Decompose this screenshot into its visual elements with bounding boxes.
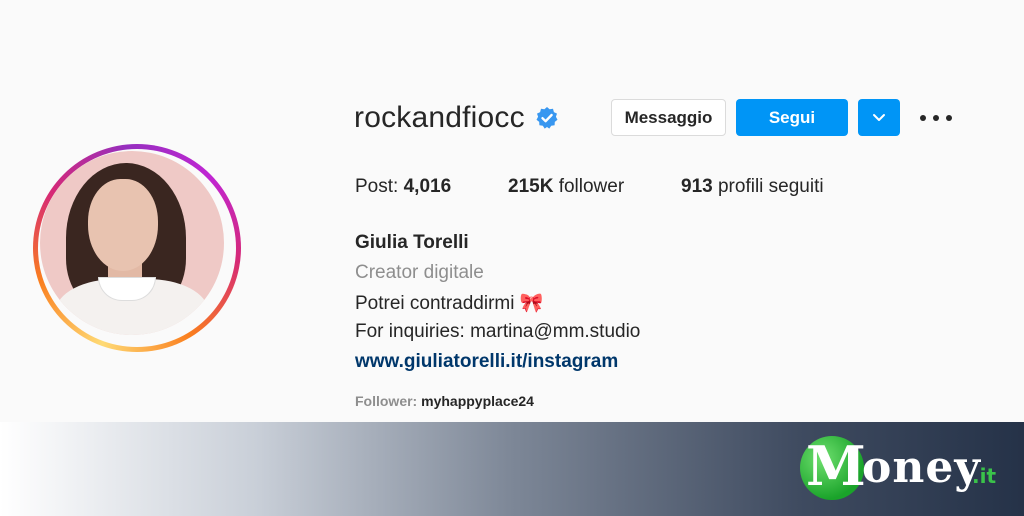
- message-button[interactable]: Messaggio: [611, 99, 726, 136]
- avatar[interactable]: [40, 151, 224, 335]
- avatar-face: [88, 179, 158, 271]
- bio-line: Potrei contraddirmi 🎀: [355, 293, 544, 314]
- chevron-down-icon: [873, 113, 885, 121]
- followed-by-user: myhappyplace24: [421, 393, 534, 409]
- follow-button[interactable]: Segui: [736, 99, 848, 136]
- following-count: 913: [681, 176, 713, 197]
- profile-full-name: Giulia Torelli: [355, 232, 469, 253]
- logo-initial: M: [806, 434, 866, 498]
- posts-count: 4,016: [403, 176, 452, 197]
- logo-text: oney: [862, 442, 981, 493]
- bio-line: For inquiries: martina@mm.studio: [355, 321, 641, 342]
- profile-category: Creator digitale: [355, 262, 484, 283]
- posts-label: Post:: [355, 176, 399, 197]
- followers-label: follower: [558, 176, 625, 197]
- following-label: profili seguiti: [717, 176, 824, 197]
- followed-by[interactable]: Follower: myhappyplace24: [355, 393, 534, 409]
- username-row: rockandfiocc: [354, 96, 559, 140]
- bio-link[interactable]: www.giuliatorelli.it/instagram: [355, 351, 618, 373]
- more-options-icon[interactable]: [920, 108, 952, 128]
- more-dot: [920, 115, 926, 121]
- more-dot: [933, 115, 939, 121]
- stat-following[interactable]: 913 profili seguiti: [681, 176, 824, 198]
- money-it-logo: M oney .it: [800, 434, 1010, 500]
- followers-count: 215K: [508, 176, 554, 197]
- verified-badge-icon: [535, 106, 559, 130]
- stat-followers[interactable]: 215K follower: [508, 176, 624, 198]
- profile-header: rockandfiocc Messaggio Segui Post: 4,016…: [0, 0, 1024, 422]
- suggestions-dropdown-button[interactable]: [858, 99, 900, 136]
- story-ring[interactable]: [33, 144, 241, 352]
- username: rockandfiocc: [354, 101, 525, 134]
- more-dot: [946, 115, 952, 121]
- followed-by-label: Follower:: [355, 393, 418, 409]
- logo-tld: .it: [972, 464, 997, 488]
- stat-posts: Post: 4,016: [355, 176, 451, 198]
